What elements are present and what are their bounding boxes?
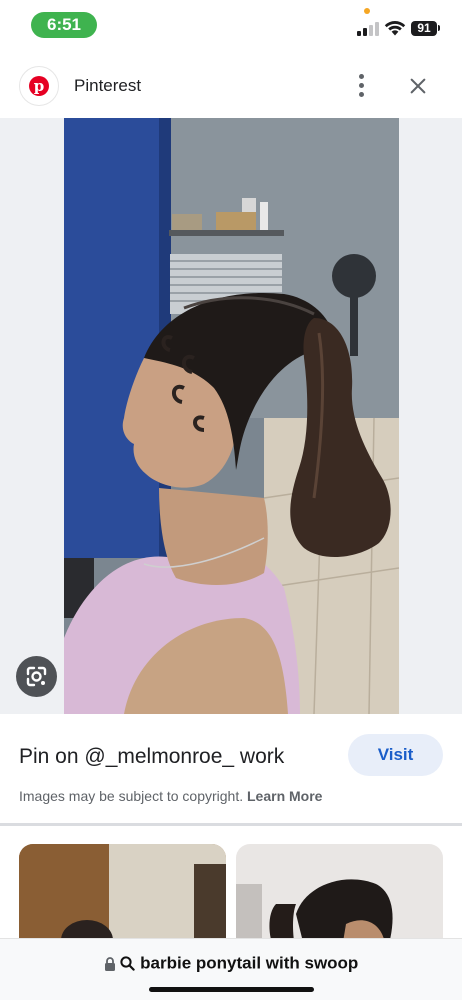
bottom-search-bar[interactable]: barbie ponytail with swoop xyxy=(0,938,462,1000)
battery-icon: 91 xyxy=(411,21,437,36)
image-preview-area xyxy=(0,118,462,714)
wifi-icon xyxy=(384,21,406,36)
cellular-signal-icon xyxy=(357,22,379,36)
source-site-name[interactable]: Pinterest xyxy=(74,76,141,96)
home-indicator[interactable] xyxy=(149,987,314,992)
search-query[interactable]: barbie ponytail with swoop xyxy=(0,953,462,974)
close-button[interactable] xyxy=(402,70,434,102)
result-image[interactable] xyxy=(64,118,399,714)
lock-icon xyxy=(104,956,115,971)
search-query-text: barbie ponytail with swoop xyxy=(140,953,359,973)
visit-button[interactable]: Visit xyxy=(348,734,443,776)
privacy-indicator-dot xyxy=(364,8,370,14)
result-title[interactable]: Pin on @_melmonroe_ work xyxy=(19,745,284,769)
copyright-notice: Images may be subject to copyright. Lear… xyxy=(19,788,322,804)
related-images xyxy=(0,826,462,938)
result-info: Pin on @_melmonroe_ work Visit Images ma… xyxy=(0,714,462,826)
pinterest-logo-icon[interactable]: p xyxy=(19,66,59,106)
search-icon xyxy=(120,956,136,971)
related-image-thumbnail[interactable] xyxy=(236,844,443,938)
status-bar: 6:51 91 xyxy=(0,0,462,50)
lens-search-button[interactable] xyxy=(16,656,57,697)
copyright-text: Images may be subject to copyright. xyxy=(19,788,244,804)
learn-more-link[interactable]: Learn More xyxy=(247,788,322,804)
lens-icon xyxy=(26,666,47,687)
source-header: p Pinterest xyxy=(0,50,462,118)
more-options-button[interactable] xyxy=(350,72,374,100)
related-image-thumbnail[interactable] xyxy=(19,844,226,938)
battery-tip xyxy=(438,25,440,31)
status-time: 6:51 xyxy=(31,12,97,38)
pinterest-logo-letter: p xyxy=(29,76,49,96)
